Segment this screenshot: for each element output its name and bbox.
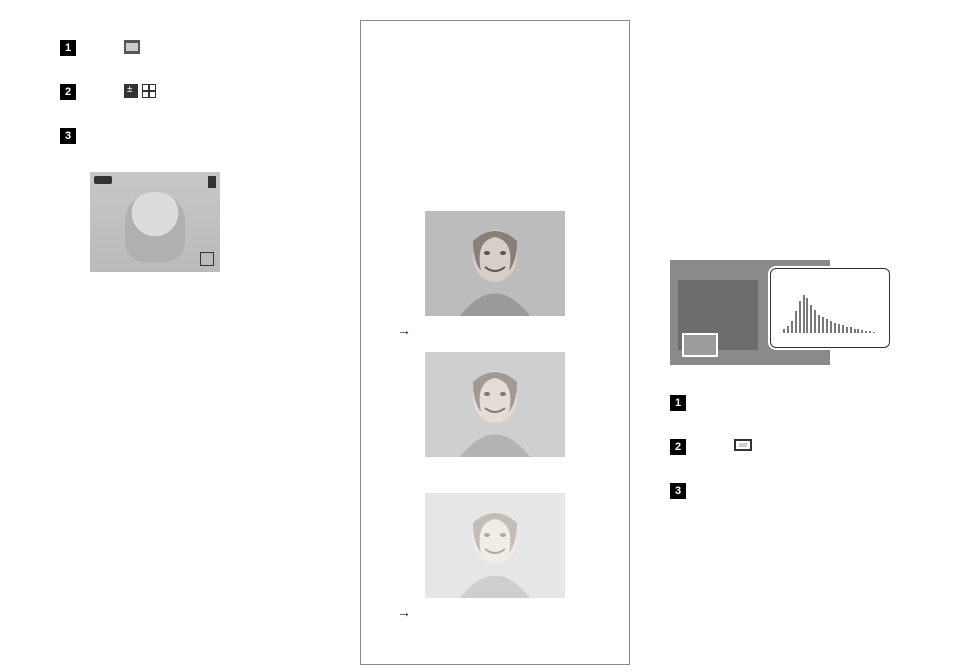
exposure-example-box: → → — [360, 20, 630, 665]
lcd-battery-icon — [208, 176, 216, 188]
arrow-icon: → — [397, 322, 599, 338]
exposure-compensation-icon — [124, 84, 138, 98]
lcd-mode-icon — [94, 176, 112, 184]
right-column: 1 2 3 — [670, 260, 940, 527]
sample-image-brightest — [425, 493, 565, 598]
left-step-1: 1 — [60, 40, 330, 56]
right-step-3: 3 — [670, 483, 940, 499]
step-badge: 1 — [670, 395, 686, 411]
display-toggle-icon — [734, 439, 752, 451]
histogram-chart — [781, 293, 879, 333]
playback-image-with-histogram — [670, 260, 830, 365]
left-step-3: 3 — [60, 128, 330, 144]
step-badge: 2 — [60, 84, 76, 100]
lcd-status-icon — [200, 252, 214, 266]
sample-image-brighter — [425, 352, 565, 457]
step-badge: 2 — [670, 439, 686, 455]
camera-lcd-preview — [90, 172, 220, 272]
arrow-icon: → — [397, 604, 599, 620]
right-step-2: 2 — [670, 439, 940, 455]
left-step-2: 2 — [60, 84, 330, 100]
histogram-thumbnail-icon — [682, 333, 718, 357]
film-icon — [124, 40, 140, 54]
step-badge: 1 — [60, 40, 76, 56]
step-badge: 3 — [60, 128, 76, 144]
sample-image-normal — [425, 211, 565, 316]
index-grid-icon — [142, 84, 156, 98]
step-badge: 3 — [670, 483, 686, 499]
left-column: 1 2 3 — [60, 40, 330, 272]
right-step-1: 1 — [670, 395, 940, 411]
histogram-popup — [770, 268, 890, 348]
